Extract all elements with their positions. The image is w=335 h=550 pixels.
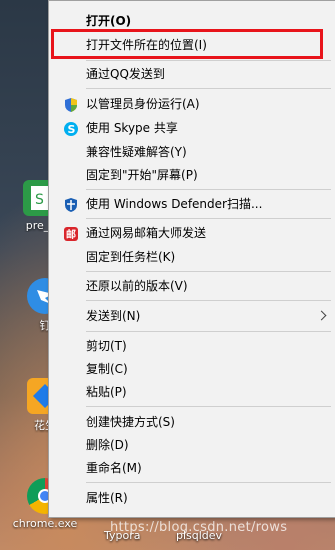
svg-text:邮: 邮 [66, 228, 76, 241]
menu-item-pin-to-start[interactable]: 固定到"开始"屏幕(P) [49, 164, 335, 187]
menu-item-properties[interactable]: 属性(R) [49, 487, 335, 510]
menu-item-delete[interactable]: 删除(D) [49, 434, 335, 457]
menu-item-label: 通过网易邮箱大师发送 [86, 226, 207, 240]
context-menu: 打开(O) 打开文件所在的位置(I) 通过QQ发送到 以管理员身份运行(A) S… [48, 0, 335, 518]
chevron-right-icon [316, 310, 327, 321]
menu-separator [86, 300, 331, 301]
skype-icon: S [63, 121, 79, 137]
menu-item-label: 还原以前的版本(V) [86, 279, 188, 293]
menu-separator [86, 482, 331, 483]
menu-item-compatibility[interactable]: 兼容性疑难解答(Y) [49, 141, 335, 164]
menu-item-label: 兼容性疑难解答(Y) [86, 145, 187, 159]
menu-item-label: 创建快捷方式(S) [86, 415, 175, 429]
menu-separator [86, 406, 331, 407]
annotation-highlight-box [51, 29, 323, 59]
svg-text:S: S [35, 192, 44, 208]
menu-item-rename[interactable]: 重命名(M) [49, 457, 335, 480]
menu-item-label: 固定到"开始"屏幕(P) [86, 168, 198, 182]
menu-separator [86, 271, 331, 272]
menu-item-label: 剪切(T) [86, 339, 127, 353]
menu-separator [86, 189, 331, 190]
menu-separator [86, 218, 331, 219]
menu-separator [86, 331, 331, 332]
menu-item-label: 重命名(M) [86, 461, 142, 475]
defender-shield-icon [63, 197, 79, 213]
menu-item-create-shortcut[interactable]: 创建快捷方式(S) [49, 411, 335, 434]
netease-mail-icon: 邮 [63, 226, 79, 242]
desktop-icon-label: chrome.exe [12, 517, 78, 530]
menu-item-restore-versions[interactable]: 还原以前的版本(V) [49, 275, 335, 298]
svg-text:S: S [68, 123, 76, 136]
menu-item-label: 复制(C) [86, 362, 128, 376]
menu-item-copy[interactable]: 复制(C) [49, 358, 335, 381]
menu-separator [86, 88, 331, 89]
menu-item-label: 删除(D) [86, 438, 129, 452]
menu-item-label: 使用 Skype 共享 [86, 121, 178, 135]
menu-item-send-netease-mail[interactable]: 邮 通过网易邮箱大师发送 [49, 222, 335, 245]
menu-item-send-to[interactable]: 发送到(N) [49, 305, 335, 328]
menu-item-label: 粘贴(P) [86, 385, 127, 399]
menu-item-run-as-admin[interactable]: 以管理员身份运行(A) [49, 93, 335, 116]
menu-item-label: 通过QQ发送到 [86, 67, 165, 81]
watermark: https://blog.csdn.net/rows [110, 520, 288, 535]
menu-item-share-skype[interactable]: S 使用 Skype 共享 [49, 117, 335, 140]
menu-item-label: 固定到任务栏(K) [86, 250, 176, 264]
menu-item-paste[interactable]: 粘贴(P) [49, 381, 335, 404]
menu-item-cut[interactable]: 剪切(T) [49, 335, 335, 358]
menu-item-label: 属性(R) [86, 491, 128, 505]
menu-item-label: 以管理员身份运行(A) [86, 97, 200, 111]
menu-item-label: 使用 Windows Defender扫描... [86, 197, 263, 211]
menu-separator [86, 60, 331, 61]
menu-item-defender-scan[interactable]: 使用 Windows Defender扫描... [49, 193, 335, 216]
menu-item-send-via-qq[interactable]: 通过QQ发送到 [49, 63, 335, 86]
menu-item-label: 发送到(N) [86, 309, 141, 323]
menu-item-pin-to-taskbar[interactable]: 固定到任务栏(K) [49, 246, 335, 269]
uac-shield-icon [63, 97, 79, 113]
